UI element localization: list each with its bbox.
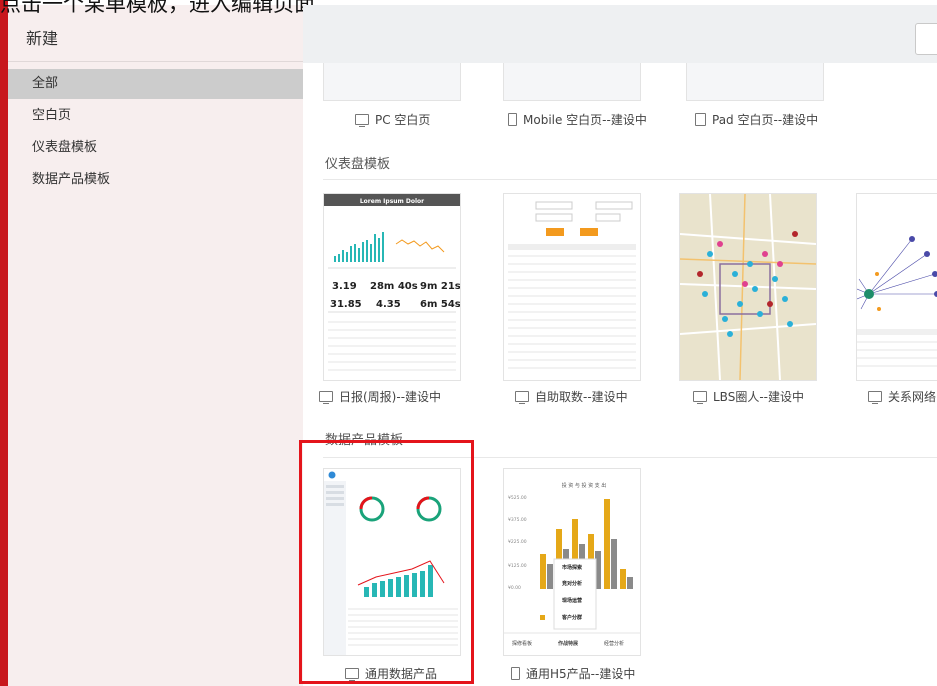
monitor-icon bbox=[355, 114, 369, 127]
section-title-dashboard: 仪表盘模板 bbox=[325, 157, 391, 172]
h5-menu-item: 现场运营 bbox=[562, 597, 582, 604]
sidebar-item-data-product-templates[interactable]: 数据产品模板 bbox=[8, 165, 303, 195]
template-label-lbs[interactable]: LBS圈人--建设中 bbox=[693, 388, 804, 405]
highlight-box bbox=[299, 440, 474, 684]
relation-network-thumbnail bbox=[857, 236, 937, 367]
stat-value: 6m 54s bbox=[420, 299, 460, 310]
monitor-icon bbox=[515, 391, 529, 404]
stat-value: 9m 21s bbox=[420, 281, 460, 292]
monitor-icon bbox=[868, 391, 882, 404]
monitor-icon bbox=[693, 391, 707, 404]
template-label-relation-network[interactable]: 关系网络 bbox=[868, 388, 936, 405]
template-label-general-h5-product[interactable]: 通用H5产品--建设中 bbox=[511, 665, 635, 682]
template-label-text: 自助取数--建设中 bbox=[535, 390, 628, 404]
mobile-icon bbox=[511, 667, 520, 680]
h5-product-thumbnail: 投 资 与 投 资 支 出 ¥525.00 ¥375.00 ¥225.00 ¥1… bbox=[504, 482, 640, 647]
template-label-self-service[interactable]: 自助取数--建设中 bbox=[515, 388, 628, 405]
section-divider bbox=[323, 179, 937, 180]
daily-report-header: Lorem Ipsum Dolor bbox=[360, 198, 424, 205]
sidebar-item-dashboard-templates[interactable]: 仪表盘模板 bbox=[8, 133, 303, 163]
h5-chart-title: 投 资 与 投 资 支 出 bbox=[562, 482, 607, 489]
monitor-icon bbox=[319, 391, 333, 404]
h5-y-tick: ¥525.00 bbox=[508, 495, 527, 501]
template-label-text: 关系网络 bbox=[888, 390, 937, 404]
template-label-text: 通用H5产品--建设中 bbox=[526, 667, 636, 681]
sidebar: 新建 全部 空白页 仪表盘模板 数据产品模板 bbox=[8, 5, 303, 686]
toolbar-button[interactable] bbox=[915, 23, 937, 55]
sidebar-divider bbox=[8, 61, 303, 62]
h5-menu-item: 市场探索 bbox=[562, 564, 582, 571]
template-card-lbs[interactable] bbox=[679, 193, 817, 381]
h5-tab: 作战特展 bbox=[558, 640, 578, 647]
template-label-text: Pad 空白页--建设中 bbox=[712, 113, 819, 127]
tablet-icon bbox=[695, 113, 706, 126]
h5-y-tick: ¥0.00 bbox=[508, 585, 521, 591]
template-label-mobile-blank[interactable]: Mobile 空白页--建设中 bbox=[508, 111, 647, 128]
h5-y-tick: ¥375.00 bbox=[508, 517, 527, 523]
template-label-text: LBS圈人--建设中 bbox=[713, 390, 804, 404]
lbs-map-thumbnail bbox=[680, 194, 816, 380]
template-label-daily-report[interactable]: 日报(周报)--建设中 bbox=[319, 388, 441, 405]
stat-value: 3.19 bbox=[332, 281, 357, 292]
sidebar-nav: 全部 空白页 仪表盘模板 数据产品模板 bbox=[8, 69, 303, 197]
stat-value: 4.35 bbox=[376, 299, 401, 310]
template-card-general-h5-product[interactable]: 投 资 与 投 资 支 出 ¥525.00 ¥375.00 ¥225.00 ¥1… bbox=[503, 468, 641, 656]
left-red-border bbox=[0, 0, 8, 686]
template-label-pad-blank[interactable]: Pad 空白页--建设中 bbox=[695, 111, 818, 128]
h5-menu-item: 竞对分析 bbox=[562, 580, 582, 587]
template-card-daily-report[interactable]: Lorem Ipsum Dolor 3.19 28m 40s 9m 21s 31… bbox=[323, 193, 461, 381]
h5-y-tick: ¥225.00 bbox=[508, 539, 527, 545]
h5-tab: 经营分析 bbox=[604, 640, 624, 647]
h5-menu-item: 客户分群 bbox=[561, 614, 582, 621]
mobile-icon bbox=[508, 113, 517, 126]
template-label-text: PC 空白页 bbox=[375, 113, 431, 127]
sidebar-item-all[interactable]: 全部 bbox=[8, 69, 303, 99]
h5-y-tick: ¥125.00 bbox=[508, 563, 527, 569]
template-card-self-service[interactable] bbox=[503, 193, 641, 381]
stat-value: 28m 40s bbox=[370, 281, 418, 292]
template-label-text: Mobile 空白页--建设中 bbox=[523, 113, 647, 127]
template-label-text: 日报(周报)--建设中 bbox=[339, 390, 442, 404]
template-label-pc-blank[interactable]: PC 空白页 bbox=[355, 111, 430, 128]
top-toolbar bbox=[303, 5, 937, 63]
stat-value: 31.85 bbox=[330, 299, 362, 310]
sidebar-title: 新建 bbox=[26, 29, 59, 48]
template-card-pc-blank[interactable] bbox=[323, 63, 461, 101]
daily-report-thumbnail: Lorem Ipsum Dolor 3.19 28m 40s 9m 21s 31… bbox=[324, 194, 460, 371]
template-card-pad-blank[interactable] bbox=[686, 63, 824, 101]
h5-tab: 探修看板 bbox=[512, 640, 532, 647]
template-card-mobile-blank[interactable] bbox=[503, 63, 641, 101]
template-card-relation-network[interactable] bbox=[856, 193, 937, 381]
sidebar-item-blank-page[interactable]: 空白页 bbox=[8, 101, 303, 131]
instruction-caption: 点击一个某单模板，进入编辑页面。 bbox=[0, 0, 336, 16]
self-service-thumbnail bbox=[508, 201, 636, 369]
